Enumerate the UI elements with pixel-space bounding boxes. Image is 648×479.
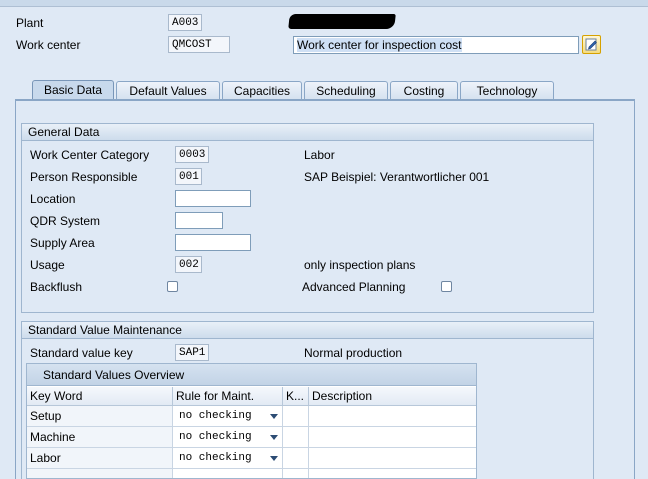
qdr-system-label: QDR System [30,214,101,228]
rule-dropdown[interactable]: no checking [173,406,283,427]
person-responsible-field[interactable]: 001 [175,168,202,185]
qdr-system-field[interactable] [175,212,223,229]
supply-area-field[interactable] [175,234,251,251]
standard-value-key-label: Standard value key [30,346,133,360]
tab-basic-data[interactable]: Basic Data [32,80,114,101]
plant-field[interactable]: A003 [168,14,202,31]
standard-value-key-text: Normal production [304,346,403,360]
backflush-label: Backflush [30,280,83,294]
edit-description-button[interactable] [582,35,601,54]
table-cell-description[interactable] [309,406,476,427]
table-cell-empty [283,469,309,478]
standard-value-title: Standard Value Maintenance [22,322,593,339]
usage-field[interactable]: 002 [175,256,202,273]
rule-dropdown-value: no checking [179,410,252,422]
table-row-keyword: Setup [27,406,173,427]
person-responsible-text: SAP Beispiel: Verantwortlicher 001 [304,170,490,184]
location-field[interactable] [175,190,251,207]
tab-scheduling[interactable]: Scheduling [304,81,388,100]
supply-area-label: Supply Area [30,236,95,250]
chevron-down-icon [270,456,278,461]
rule-dropdown[interactable]: no checking [173,448,283,469]
work-center-description-field[interactable]: Work center for inspection cost [293,36,579,54]
standard-value-key-field[interactable]: SAP1 [175,344,209,361]
backflush-checkbox[interactable] [167,281,178,292]
tab-technology[interactable]: Technology [460,81,554,100]
toolbar-strip [0,0,648,7]
table-cell-empty [309,469,476,478]
table-cell-k[interactable] [283,448,309,469]
standard-values-overview-title: Standard Values Overview [27,364,476,386]
person-responsible-label: Person Responsible [30,170,138,184]
work-center-label: Work center [16,38,81,52]
tab-costing[interactable]: Costing [390,81,458,100]
table-cell-empty [173,469,283,478]
table-row-empty [27,469,173,478]
plant-label: Plant [16,16,44,30]
location-label: Location [30,192,76,206]
tab-default-values[interactable]: Default Values [116,81,220,100]
column-header-description[interactable]: Description [309,387,476,406]
chevron-down-icon [270,414,278,419]
table-cell-description[interactable] [309,427,476,448]
column-header-key-word[interactable]: Key Word [27,387,173,406]
work-center-description-text: Work center for inspection cost [297,38,462,52]
column-header-rule[interactable]: Rule for Maint. [173,387,283,406]
rule-dropdown-value: no checking [179,431,252,443]
table-row-keyword: Labor [27,448,173,469]
table-cell-k[interactable] [283,406,309,427]
tab-capacities[interactable]: Capacities [222,81,302,100]
advanced-planning-checkbox[interactable] [441,281,452,292]
standard-values-table: Standard Values Overview Key Word Rule f… [26,363,477,479]
table-cell-k[interactable] [283,427,309,448]
general-data-title: General Data [22,124,593,141]
table-row-keyword: Machine [27,427,173,448]
usage-text: only inspection plans [304,258,416,272]
rule-dropdown[interactable]: no checking [173,427,283,448]
advanced-planning-label: Advanced Planning [302,280,406,294]
work-center-field[interactable]: QMCOST [168,36,230,53]
category-text: Labor [304,148,335,162]
category-field[interactable]: 0003 [175,146,209,163]
category-label: Work Center Category [30,148,150,162]
edit-pencil-icon [585,38,597,51]
column-header-k[interactable]: K... [283,387,309,406]
redacted-text [288,14,396,29]
chevron-down-icon [270,435,278,440]
rule-dropdown-value: no checking [179,452,252,464]
table-cell-description[interactable] [309,448,476,469]
usage-label: Usage [30,258,65,272]
